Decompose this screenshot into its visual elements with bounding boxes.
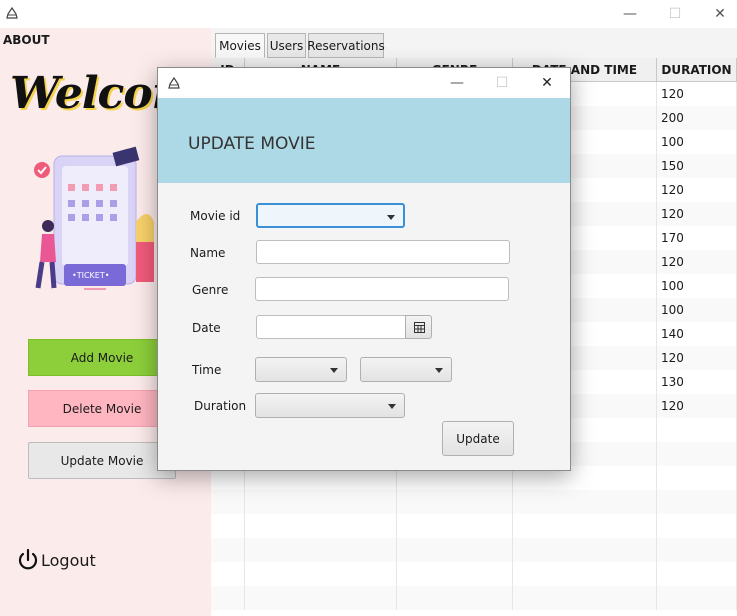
name-cell (245, 538, 397, 562)
table-row[interactable] (211, 586, 737, 610)
ticket-illustration: •TICKET• (34, 146, 154, 290)
minimize-button[interactable]: — (607, 0, 653, 28)
datetime-cell (513, 586, 657, 610)
table-row[interactable] (211, 514, 737, 538)
duration-select[interactable] (255, 393, 405, 418)
datetime-cell (513, 562, 657, 586)
tab-reservations[interactable]: Reservations (307, 33, 385, 58)
datetime-cell (513, 538, 657, 562)
maximize-icon: ☐ (668, 6, 682, 22)
name-label: Name (190, 246, 226, 260)
update-movie-dialog: — ☐ ✕ UPDATE MOVIE Movie id Name Genre D… (157, 67, 571, 471)
duration-cell: 140 (657, 322, 737, 346)
genre-cell (397, 562, 513, 586)
id-cell (211, 514, 245, 538)
name-field[interactable] (256, 240, 510, 264)
dialog-titlebar: — ☐ ✕ (158, 68, 570, 98)
name-cell (245, 562, 397, 586)
minimize-icon: — (450, 75, 464, 91)
name-cell (245, 490, 397, 514)
time-minute-select[interactable] (360, 357, 452, 382)
genre-cell (397, 514, 513, 538)
genre-cell (397, 538, 513, 562)
id-cell (211, 538, 245, 562)
svg-text:•TICKET•: •TICKET• (72, 271, 109, 280)
duration-cell (657, 490, 737, 514)
movie-id-label: Movie id (190, 209, 241, 223)
chevron-down-icon (388, 404, 396, 409)
power-icon (18, 548, 38, 570)
logout-label: Logout (41, 550, 96, 570)
duration-cell: 130 (657, 370, 737, 394)
time-label: Time (192, 363, 222, 377)
about-link[interactable]: ABOUT (3, 33, 50, 47)
table-row[interactable] (211, 490, 737, 514)
duration-cell: 120 (657, 394, 737, 418)
column-header-duration[interactable]: DURATION (657, 58, 737, 82)
datetime-cell (513, 514, 657, 538)
duration-cell: 120 (657, 178, 737, 202)
tab-movies[interactable]: Movies (215, 33, 265, 58)
app-icon (6, 6, 18, 19)
app-icon (168, 76, 180, 89)
duration-cell: 120 (657, 82, 737, 106)
duration-cell: 120 (657, 202, 737, 226)
table-row[interactable] (211, 538, 737, 562)
close-icon: ✕ (541, 75, 553, 91)
chevron-down-icon (435, 368, 443, 373)
duration-cell (657, 538, 737, 562)
dialog-maximize-button[interactable]: ☐ (479, 68, 525, 98)
logout-button[interactable]: Logout (16, 548, 96, 572)
duration-cell: 150 (657, 154, 737, 178)
duration-cell (657, 466, 737, 490)
calendar-icon (414, 322, 425, 333)
add-movie-button[interactable]: Add Movie (28, 339, 176, 376)
dialog-minimize-button[interactable]: — (434, 68, 480, 98)
id-cell (211, 586, 245, 610)
duration-cell (657, 442, 737, 466)
main-titlebar: — ☐ ✕ (0, 0, 737, 28)
maximize-icon: ☐ (495, 75, 509, 91)
datetime-cell (513, 490, 657, 514)
genre-label: Genre (192, 283, 229, 297)
date-label: Date (192, 321, 221, 335)
close-icon: ✕ (714, 6, 726, 22)
chevron-down-icon (330, 368, 338, 373)
genre-field[interactable] (255, 277, 509, 301)
duration-cell: 120 (657, 250, 737, 274)
update-button[interactable]: Update (442, 421, 514, 456)
table-row[interactable] (211, 562, 737, 586)
genre-cell (397, 586, 513, 610)
time-hour-select[interactable] (255, 357, 347, 382)
duration-label: Duration (194, 399, 247, 413)
close-button[interactable]: ✕ (697, 0, 737, 28)
date-field[interactable] (256, 315, 406, 339)
name-cell (245, 514, 397, 538)
id-cell (211, 490, 245, 514)
dialog-close-button[interactable]: ✕ (524, 68, 570, 98)
movie-id-select[interactable] (256, 203, 405, 228)
dialog-header: UPDATE MOVIE (158, 98, 570, 183)
delete-movie-button[interactable]: Delete Movie (28, 390, 176, 427)
minimize-icon: — (623, 6, 637, 22)
name-cell (245, 586, 397, 610)
date-picker-button[interactable] (405, 315, 432, 339)
dialog-title: UPDATE MOVIE (188, 134, 316, 154)
duration-cell (657, 562, 737, 586)
duration-cell (657, 418, 737, 442)
tab-users[interactable]: Users (267, 33, 306, 58)
duration-cell: 100 (657, 130, 737, 154)
maximize-button[interactable]: ☐ (652, 0, 698, 28)
genre-cell (397, 490, 513, 514)
duration-cell: 120 (657, 346, 737, 370)
duration-cell: 100 (657, 298, 737, 322)
id-cell (211, 562, 245, 586)
update-movie-button[interactable]: Update Movie (28, 442, 176, 479)
chevron-down-icon (387, 215, 395, 220)
duration-cell (657, 514, 737, 538)
duration-cell: 170 (657, 226, 737, 250)
duration-cell (657, 586, 737, 610)
duration-cell: 100 (657, 274, 737, 298)
duration-cell: 200 (657, 106, 737, 130)
